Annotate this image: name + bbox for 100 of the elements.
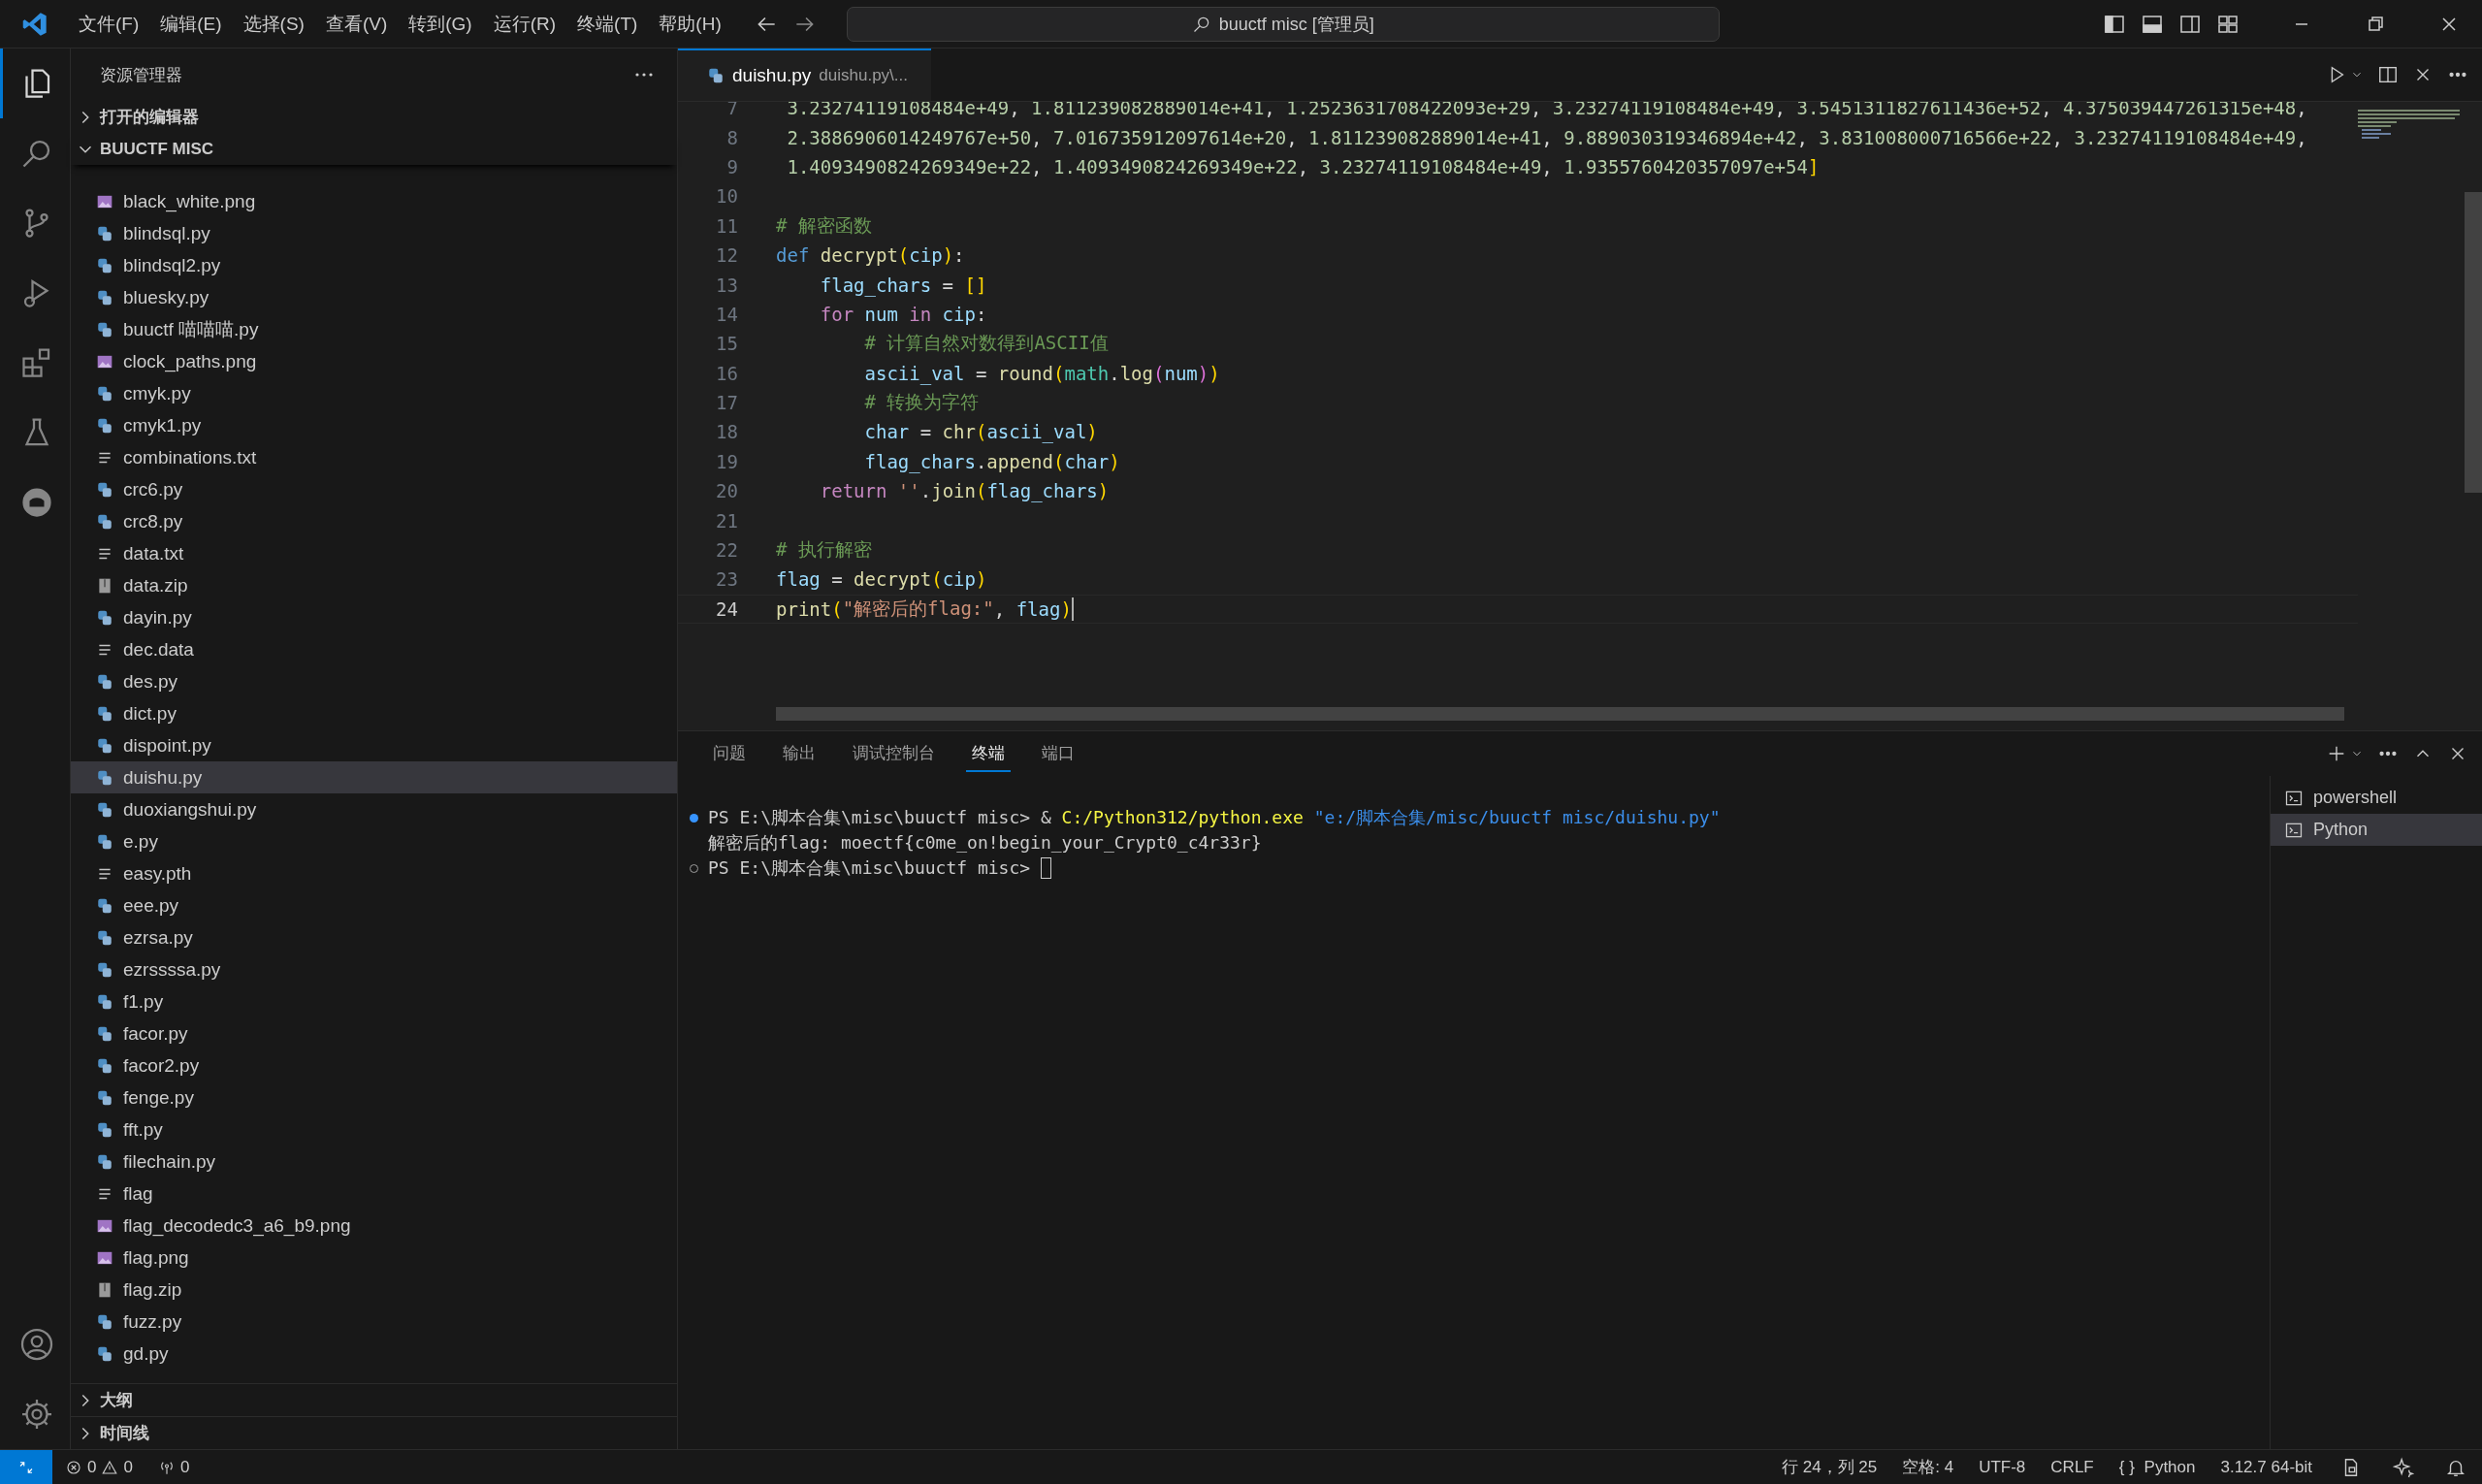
python-file-icon [96, 832, 113, 851]
line-number: 22 [715, 539, 739, 562]
menu-item[interactable]: 转到(G) [398, 5, 483, 43]
terminal-line: PS E:\脚本合集\misc\buuctf misc> [708, 856, 1031, 880]
python-file-icon [96, 1344, 113, 1363]
section-header[interactable]: 打开的编辑器 [71, 101, 677, 133]
file-tree-item[interactable]: blindsql2.py [71, 249, 677, 281]
python-file-icon [96, 1120, 113, 1139]
line-number: 24 [715, 597, 739, 620]
panel-tab[interactable]: 终端 [966, 735, 1011, 772]
horizontal-scrollbar[interactable] [776, 707, 2344, 721]
line-number: 12 [715, 244, 739, 267]
python-file-icon [96, 1024, 113, 1043]
status-item[interactable]: 行 24，列 25 [1769, 1456, 1890, 1478]
python-file-icon [96, 288, 113, 306]
file-tree-item[interactable]: data.zip [71, 569, 677, 601]
file-tree-item[interactable]: fft.py [71, 1113, 677, 1145]
command-search-field[interactable]: buuctf misc [管理员] [846, 6, 1720, 42]
status-item[interactable]: 3.12.7 64-bit [2208, 1457, 2325, 1477]
panel-tab[interactable]: 端口 [1036, 735, 1080, 772]
file-tree-item[interactable]: data.txt [71, 537, 677, 569]
section-header[interactable]: 大纲 [71, 1383, 677, 1416]
file-tree-item[interactable]: cmyk1.py [71, 409, 677, 441]
file-tree-item[interactable]: dec.data [71, 633, 677, 665]
file-tree-item[interactable]: bluesky.py [71, 281, 677, 313]
python-file-icon [96, 1056, 113, 1075]
command-success-dot[interactable] [690, 813, 698, 823]
problems-indicator[interactable]: 0 0 [52, 1457, 145, 1477]
file-tree-item[interactable]: duoxiangshui.py [71, 793, 677, 825]
file-tree-item[interactable]: filechain.py [71, 1145, 677, 1178]
line-number: 11 [715, 214, 739, 237]
file-tree-item[interactable]: buuctf 喵喵喵.py [71, 313, 677, 345]
language-mode[interactable]: { } Python [2106, 1457, 2208, 1477]
file-tree-item[interactable]: facor2.py [71, 1049, 677, 1081]
python-file-icon [96, 1088, 113, 1107]
editor-tab[interactable]: duishu.py duishu.py\... [678, 48, 931, 101]
file-tree-item[interactable]: eee.py [71, 889, 677, 921]
python-file-icon [96, 480, 113, 499]
line-number: 18 [715, 421, 739, 443]
file-tree-item[interactable]: combinations.txt [71, 441, 677, 473]
code-line: # 转换为字符 [863, 390, 980, 415]
file-tree-item[interactable]: flag [71, 1178, 677, 1210]
zip-file-icon [96, 1280, 113, 1299]
code-line: print("解密后的flag:", flag) [776, 596, 1074, 622]
menu-item[interactable]: 选择(S) [232, 5, 315, 43]
python-file-icon [96, 512, 113, 531]
menu-item[interactable]: 查看(V) [314, 5, 399, 43]
sparkle-icon[interactable] [2393, 1456, 2414, 1478]
menu-item[interactable]: 文件(F) [68, 5, 150, 43]
status-item[interactable]: CRLF [2038, 1457, 2107, 1477]
file-tree-item[interactable]: easy.pth [71, 857, 677, 889]
file-tree-item[interactable]: dict.py [71, 697, 677, 729]
file-tree-item[interactable]: e.py [71, 825, 677, 857]
file-tree-item[interactable]: ezrsa.py [71, 921, 677, 953]
file-tree-item[interactable]: flag.png [71, 1242, 677, 1274]
panel-tab[interactable]: 输出 [777, 735, 822, 772]
panel-tab[interactable]: 问题 [707, 735, 752, 772]
panel-tab[interactable]: 调试控制台 [847, 735, 941, 772]
file-tree-item[interactable]: crc8.py [71, 505, 677, 537]
line-number: 9 [725, 155, 739, 177]
python-file-icon [96, 960, 113, 979]
file-tree-item[interactable]: flag_decodedc3_a6_b9.png [71, 1210, 677, 1242]
file-tree-item[interactable]: cmyk.py [71, 377, 677, 409]
file-tree-item[interactable]: flag.zip [71, 1274, 677, 1306]
python-file-icon [96, 608, 113, 627]
file-tree-item[interactable]: fuzz.py [71, 1306, 677, 1338]
status-item[interactable]: 空格: 4 [1889, 1456, 1967, 1478]
status-item[interactable]: UTF-8 [1966, 1457, 2039, 1477]
split-editor-icon[interactable] [2377, 64, 2399, 85]
file-tree-item[interactable]: dayin.py [71, 601, 677, 633]
file-tree-item[interactable]: fenge.py [71, 1081, 677, 1113]
menu-item[interactable]: 运行(R) [482, 5, 567, 43]
file-tree-item[interactable]: facor.py [71, 1017, 677, 1049]
file-tree-item[interactable]: des.py [71, 665, 677, 697]
menu-item[interactable]: 编辑(E) [149, 5, 233, 43]
section-header[interactable]: BUUCTF MISC [71, 133, 677, 165]
ports-indicator[interactable]: 0 [145, 1457, 203, 1477]
python-file-icon [96, 736, 113, 755]
python-file-icon [96, 704, 113, 723]
file-tree-item[interactable]: clock_paths.png [71, 345, 677, 377]
code-line: 2.3886906014249767e+50, 7.016735912097614e+20, 1.811239082889014e+41, 9.889030319346894e+42, 3.831008000716566e+22, 3.23274119108484e+49, [786, 126, 2307, 148]
file-tree-item[interactable]: black_white.png [71, 185, 677, 217]
menu-item[interactable]: 帮助(H) [648, 5, 732, 43]
python-file-icon [707, 67, 725, 84]
python-file-icon [96, 320, 113, 339]
menu-item[interactable]: 终端(T) [566, 5, 649, 43]
vertical-scrollbar[interactable] [2465, 192, 2482, 493]
code-line: flag_chars = [] [819, 274, 987, 296]
account-icon[interactable] [18, 1327, 54, 1362]
file-tree-item[interactable]: f1.py [71, 985, 677, 1017]
code-line: 1.4093490824269349e+22, 1.4093490824269349e+22, 3.23274119108484e+49, 1.9355760420357097e+54] [786, 155, 1820, 177]
file-tree-item[interactable]: duishu.py [71, 761, 677, 793]
file-tree-item[interactable]: ezrssssa.py [71, 953, 677, 985]
file-tree-item[interactable]: blindsql.py [71, 217, 677, 249]
file-tree-item[interactable]: gd.py [71, 1338, 677, 1370]
code-line: def decrypt(cip): [776, 244, 965, 267]
terminal-session-item[interactable]: Python [2271, 814, 2482, 846]
terminal-session-item[interactable]: powershell [2271, 782, 2482, 814]
file-tree-item[interactable]: dispoint.py [71, 729, 677, 761]
file-tree-item[interactable]: crc6.py [71, 473, 677, 505]
